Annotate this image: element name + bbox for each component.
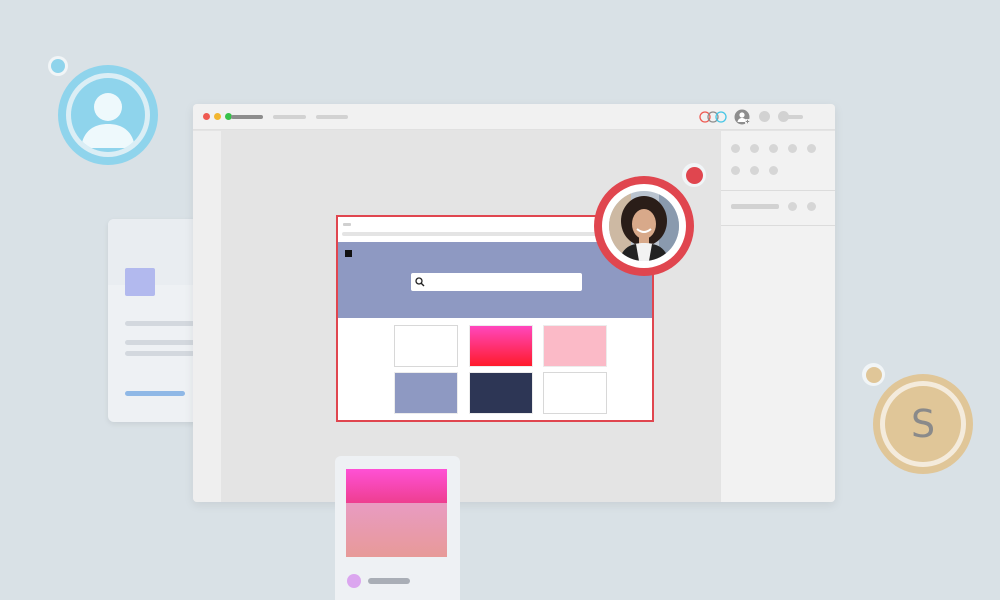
user-silhouette-icon [81,93,135,148]
status-dot [862,363,885,386]
panel-option[interactable] [731,166,740,175]
panel-toggle[interactable] [807,202,816,211]
panel-option[interactable] [807,144,816,153]
collaborator-avatar[interactable] [594,176,694,276]
minimize-button[interactable] [214,113,221,120]
window-titlebar [193,104,835,130]
left-toolbar [193,131,221,502]
search-input[interactable] [411,273,582,291]
panel-option[interactable] [731,144,740,153]
product-tile[interactable] [394,325,458,367]
panel-option[interactable] [788,144,797,153]
author-avatar [347,574,361,588]
user-avatar-left [58,65,158,165]
collaborators-icon[interactable] [699,111,729,123]
add-user-icon[interactable] [734,109,750,125]
notification-dot [682,163,706,187]
product-tile[interactable] [469,372,533,414]
card-thumbnail [125,268,155,296]
card-text-line [125,351,195,356]
card-image [346,469,447,503]
panel-field[interactable] [731,204,779,209]
tab[interactable] [316,115,348,119]
product-tile[interactable] [469,325,533,367]
panel-option[interactable] [750,166,759,175]
avatar-initial: S [910,402,936,446]
product-tile[interactable] [543,325,607,367]
card-image [346,503,447,557]
media-card[interactable] [335,456,460,600]
address-bar [342,232,602,236]
panel-option[interactable] [769,166,778,175]
settings-dot[interactable] [759,111,770,122]
product-tile[interactable] [543,372,607,414]
panel-option[interactable] [769,144,778,153]
panel-toggle[interactable] [788,202,797,211]
user-avatar-right: S [873,374,973,474]
tab-active[interactable] [231,115,263,119]
logo-icon [345,250,352,257]
tab[interactable] [273,115,306,119]
status-dot [48,56,68,76]
magnifier-icon [415,277,425,287]
close-button[interactable] [203,113,210,120]
properties-panel [720,131,835,502]
product-tile[interactable] [394,372,458,414]
panel-option[interactable] [750,144,759,153]
card-link-line[interactable] [125,391,185,396]
person-photo [609,191,679,261]
card-title-line [125,321,195,326]
author-name-line [368,578,410,584]
